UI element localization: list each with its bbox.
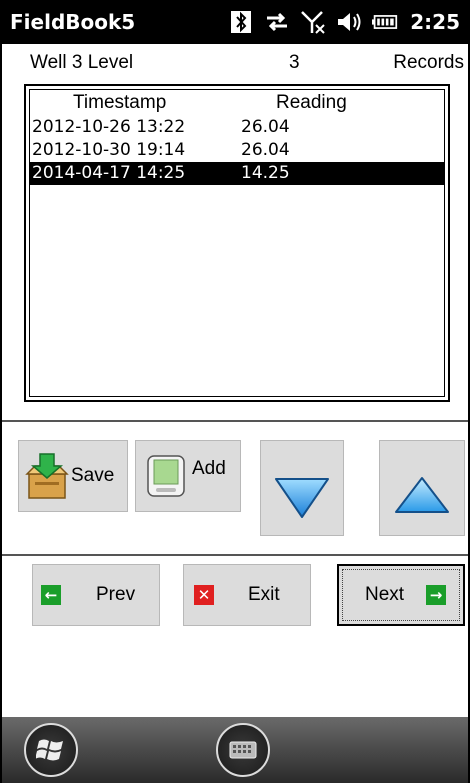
cell-reading: 26.04 <box>241 140 290 160</box>
move-down-button[interactable] <box>260 440 344 536</box>
cell-timestamp: 2014-04-17 14:25 <box>32 163 186 183</box>
column-header-reading[interactable]: Reading <box>276 92 347 114</box>
table-row-selected[interactable]: 2014-04-17 14:25 14.25 <box>30 162 444 185</box>
arrow-left-icon: ← <box>41 585 61 605</box>
save-label: Save <box>71 465 115 486</box>
app-title: FieldBook5 <box>10 10 136 34</box>
keyboard-button[interactable] <box>216 723 270 777</box>
cell-reading: 14.25 <box>241 163 290 183</box>
cell-timestamp: 2012-10-26 13:22 <box>32 117 186 137</box>
keyboard-icon <box>229 741 257 759</box>
divider <box>2 554 468 556</box>
add-button[interactable]: Add <box>135 440 241 512</box>
triangle-up-icon <box>395 477 449 513</box>
battery-icon[interactable] <box>372 9 398 35</box>
record-info-row: Well 3 Level 3 Records <box>2 48 468 78</box>
table-row[interactable]: 2012-10-26 13:22 26.04 <box>30 116 444 139</box>
data-sync-icon[interactable] <box>264 9 290 35</box>
record-unit-label: Records <box>393 52 464 73</box>
signal-no-service-icon[interactable] <box>300 9 326 35</box>
cell-timestamp: 2012-10-30 19:14 <box>32 140 186 160</box>
triangle-down-icon <box>275 478 329 518</box>
next-button[interactable]: Next → <box>337 564 465 626</box>
list-header: Timestamp Reading <box>30 90 444 116</box>
save-button[interactable]: Save <box>18 440 128 512</box>
divider <box>2 420 468 422</box>
exit-button[interactable]: ✕ Exit <box>183 564 311 626</box>
series-name: Well 3 Level <box>30 52 134 73</box>
focus-rectangle <box>342 569 460 621</box>
status-bar: FieldBook5 2:25 <box>2 0 468 44</box>
add-device-icon <box>147 455 185 497</box>
record-count: 3 <box>289 52 300 73</box>
prev-button[interactable]: ← Prev <box>32 564 160 626</box>
move-up-button[interactable] <box>379 440 465 536</box>
exit-label: Exit <box>248 584 280 605</box>
cell-reading: 26.04 <box>241 117 290 137</box>
taskbar <box>2 717 468 783</box>
add-label: Add <box>192 458 226 479</box>
prev-label: Prev <box>96 584 136 605</box>
table-row[interactable]: 2012-10-30 19:14 26.04 <box>30 139 444 162</box>
records-list[interactable]: Timestamp Reading 2012-10-26 13:22 26.04… <box>24 84 450 402</box>
windows-logo-icon <box>36 739 63 761</box>
start-button[interactable] <box>24 723 78 777</box>
save-box-icon <box>25 453 69 499</box>
column-header-timestamp[interactable]: Timestamp <box>73 92 166 114</box>
clock[interactable]: 2:25 <box>410 10 460 34</box>
bluetooth-icon[interactable] <box>228 9 254 35</box>
close-icon: ✕ <box>194 585 214 605</box>
volume-icon[interactable] <box>336 9 362 35</box>
